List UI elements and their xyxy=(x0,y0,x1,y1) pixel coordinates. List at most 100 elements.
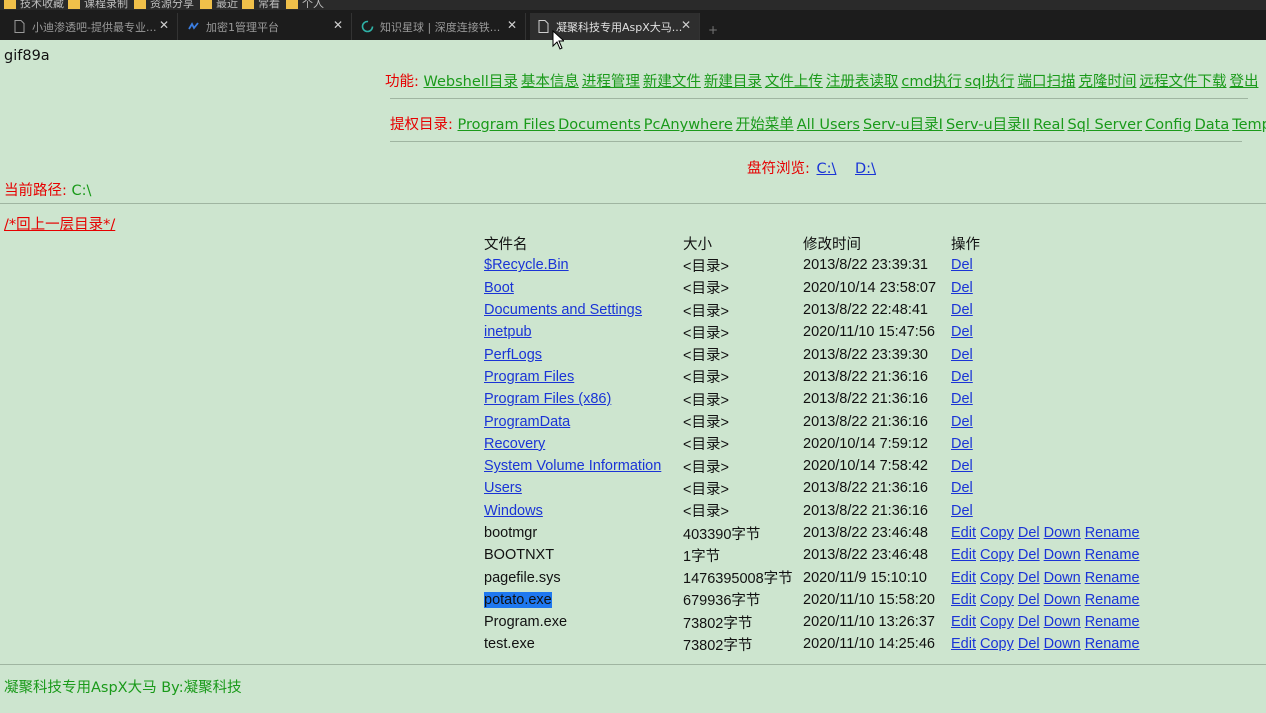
close-icon[interactable]: ✕ xyxy=(333,18,343,32)
del-link[interactable]: Del xyxy=(1018,592,1040,608)
edit-link[interactable]: Edit xyxy=(951,525,976,541)
rename-link[interactable]: Rename xyxy=(1085,614,1140,630)
menu-port-scan[interactable]: 端口扫描 xyxy=(1017,74,1075,90)
dir-name-link[interactable]: $Recycle.Bin xyxy=(484,257,569,273)
close-icon[interactable]: ✕ xyxy=(159,18,169,32)
del-link[interactable]: Del xyxy=(1018,547,1040,563)
edit-link[interactable]: Edit xyxy=(951,636,976,652)
up-dir-link[interactable]: /*回上一层目录*/ xyxy=(4,213,115,234)
del-link[interactable]: Del xyxy=(1018,525,1040,541)
rename-link[interactable]: Rename xyxy=(1085,525,1140,541)
dir-name-link[interactable]: inetpub xyxy=(484,324,532,340)
copy-link[interactable]: Copy xyxy=(980,592,1014,608)
privesc-link[interactable]: All Users xyxy=(797,117,860,133)
del-link[interactable]: Del xyxy=(1018,614,1040,630)
privesc-link[interactable]: Serv-u目录I xyxy=(863,117,943,133)
dir-name-link[interactable]: System Volume Information xyxy=(484,458,661,474)
down-link[interactable]: Down xyxy=(1044,547,1081,563)
del-link[interactable]: Del xyxy=(951,480,973,496)
menu-new-file[interactable]: 新建文件 xyxy=(643,74,701,90)
down-link[interactable]: Down xyxy=(1044,525,1081,541)
bookmark-item[interactable]: 常看 xyxy=(242,0,280,10)
browser-tab[interactable]: 小迪渗透吧-提供最专业... ✕ xyxy=(6,13,178,40)
del-link[interactable]: Del xyxy=(1018,570,1040,586)
new-tab-button[interactable]: + xyxy=(708,23,718,37)
drive-link-c[interactable]: C:\ xyxy=(817,161,837,177)
edit-link[interactable]: Edit xyxy=(951,614,976,630)
menu-file-upload[interactable]: 文件上传 xyxy=(765,74,823,90)
menu-new-dir[interactable]: 新建目录 xyxy=(704,74,762,90)
bookmark-item[interactable]: 资源分享 xyxy=(134,0,194,10)
del-link[interactable]: Del xyxy=(951,280,973,296)
privesc-link[interactable]: Documents xyxy=(558,117,641,133)
close-icon[interactable]: ✕ xyxy=(507,18,517,32)
menu-registry-read[interactable]: 注册表读取 xyxy=(826,74,899,90)
del-link[interactable]: Del xyxy=(951,391,973,407)
dir-name-link[interactable]: PerfLogs xyxy=(484,347,542,363)
file-name[interactable]: BOOTNXT xyxy=(484,547,554,563)
edit-link[interactable]: Edit xyxy=(951,547,976,563)
copy-link[interactable]: Copy xyxy=(980,614,1014,630)
file-name[interactable]: test.exe xyxy=(484,636,535,652)
rename-link[interactable]: Rename xyxy=(1085,636,1140,652)
rename-link[interactable]: Rename xyxy=(1085,592,1140,608)
down-link[interactable]: Down xyxy=(1044,592,1081,608)
edit-link[interactable]: Edit xyxy=(951,570,976,586)
menu-webshell-dir[interactable]: Webshell目录 xyxy=(424,74,518,90)
copy-link[interactable]: Copy xyxy=(980,547,1014,563)
menu-logout[interactable]: 登出 xyxy=(1229,74,1258,90)
rename-link[interactable]: Rename xyxy=(1085,547,1140,563)
menu-sql-exec[interactable]: sql执行 xyxy=(965,74,1015,90)
copy-link[interactable]: Copy xyxy=(980,570,1014,586)
dir-name-link[interactable]: Program Files (x86) xyxy=(484,391,611,407)
privesc-link[interactable]: Program Files xyxy=(458,117,556,133)
privesc-link[interactable]: Temp xyxy=(1232,117,1266,133)
privesc-link[interactable]: Serv-u目录II xyxy=(946,117,1030,133)
down-link[interactable]: Down xyxy=(1044,636,1081,652)
dir-name-link[interactable]: Windows xyxy=(484,503,543,519)
bookmark-item[interactable]: 个人 xyxy=(286,0,324,10)
drive-link-d[interactable]: D:\ xyxy=(855,161,876,177)
privesc-link[interactable]: 开始菜单 xyxy=(736,117,794,133)
down-link[interactable]: Down xyxy=(1044,614,1081,630)
menu-basic-info[interactable]: 基本信息 xyxy=(521,74,579,90)
browser-tab[interactable]: 加密1管理平台 ✕ xyxy=(180,13,352,40)
del-link[interactable]: Del xyxy=(951,369,973,385)
del-link[interactable]: Del xyxy=(951,347,973,363)
del-link[interactable]: Del xyxy=(951,436,973,452)
privesc-link[interactable]: Config xyxy=(1145,117,1192,133)
privesc-link[interactable]: PcAnywhere xyxy=(644,117,733,133)
edit-link[interactable]: Edit xyxy=(951,592,976,608)
dir-name-link[interactable]: Program Files xyxy=(484,369,574,385)
menu-process-manager[interactable]: 进程管理 xyxy=(582,74,640,90)
bookmark-item[interactable]: 技术收藏 xyxy=(4,0,64,10)
del-link[interactable]: Del xyxy=(951,414,973,430)
privesc-link[interactable]: Real xyxy=(1033,117,1064,133)
dir-name-link[interactable]: ProgramData xyxy=(484,414,570,430)
del-link[interactable]: Del xyxy=(1018,636,1040,652)
bookmark-item[interactable]: 课程录制 xyxy=(68,0,128,10)
del-link[interactable]: Del xyxy=(951,302,973,318)
dir-name-link[interactable]: Users xyxy=(484,480,522,496)
dir-name-link[interactable]: Boot xyxy=(484,280,514,296)
close-icon[interactable]: ✕ xyxy=(681,18,691,32)
file-name[interactable]: potato.exe xyxy=(484,591,552,608)
del-link[interactable]: Del xyxy=(951,257,973,273)
menu-clone-time[interactable]: 克隆时间 xyxy=(1078,74,1136,90)
rename-link[interactable]: Rename xyxy=(1085,570,1140,586)
del-link[interactable]: Del xyxy=(951,324,973,340)
del-link[interactable]: Del xyxy=(951,503,973,519)
browser-tab[interactable]: 知识星球 | 深度连接铁... ✕ xyxy=(354,13,526,40)
file-name[interactable]: pagefile.sys xyxy=(484,570,561,586)
copy-link[interactable]: Copy xyxy=(980,525,1014,541)
privesc-link[interactable]: Data xyxy=(1195,117,1230,133)
down-link[interactable]: Down xyxy=(1044,570,1081,586)
file-name[interactable]: Program.exe xyxy=(484,614,567,630)
privesc-link[interactable]: Sql Server xyxy=(1067,117,1142,133)
dir-name-link[interactable]: Recovery xyxy=(484,436,545,452)
del-link[interactable]: Del xyxy=(951,458,973,474)
menu-cmd-exec[interactable]: cmd执行 xyxy=(901,74,961,90)
bookmark-item[interactable]: 最近 xyxy=(200,0,238,10)
dir-name-link[interactable]: Documents and Settings xyxy=(484,302,642,318)
file-name[interactable]: bootmgr xyxy=(484,525,537,541)
